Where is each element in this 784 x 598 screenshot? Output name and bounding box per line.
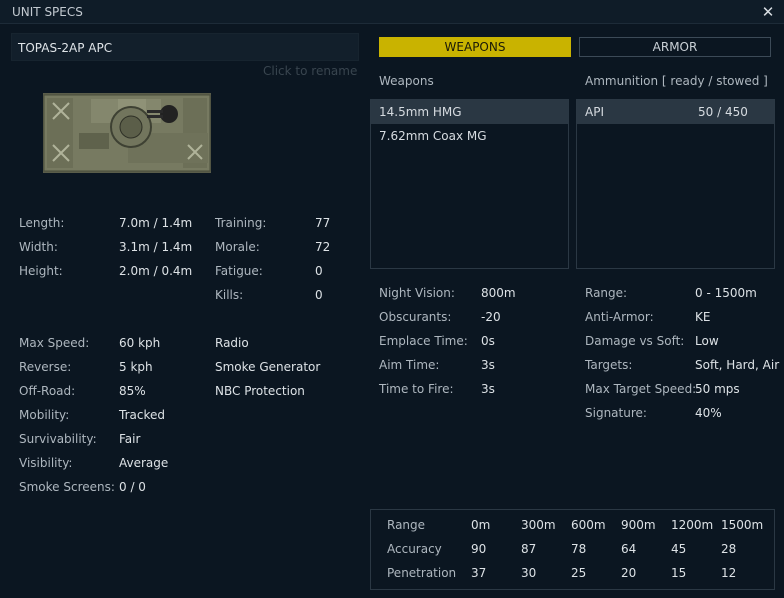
stat-label: Survivability: <box>19 432 97 446</box>
stat-label: Width: <box>19 240 58 254</box>
stat-value: -20 <box>481 310 501 324</box>
weapons-header: Weapons <box>379 74 434 88</box>
stat-value: 3s <box>481 382 495 396</box>
stat-label: Smoke Screens: <box>19 480 115 494</box>
range-cell: 0m <box>471 518 491 532</box>
accuracy-row-label: Accuracy <box>387 542 442 556</box>
stat-label: Targets: <box>585 358 633 372</box>
stat-value: KE <box>695 310 711 324</box>
weapon-name: 14.5mm HMG <box>379 105 462 119</box>
range-row-label: Range <box>387 518 426 532</box>
unit-image <box>43 93 211 173</box>
penetration-row-label: Penetration <box>387 566 457 580</box>
stat-label: Kills: <box>215 288 244 302</box>
stat-label: Max Target Speed: <box>585 382 697 396</box>
stat-value: 72 <box>315 240 331 254</box>
penetration-cell: 30 <box>521 566 537 580</box>
stat-value: 3.1m / 1.4m <box>119 240 193 254</box>
stat-value: 0s <box>481 334 495 348</box>
stat-value: Low <box>695 334 719 348</box>
stat-label: Time to Fire: <box>379 382 454 396</box>
penetration-cell: 37 <box>471 566 487 580</box>
title-bar: UNIT SPECS ✕ <box>0 0 784 24</box>
weapon-name: 7.62mm Coax MG <box>379 129 487 143</box>
stat-label: Range: <box>585 286 628 300</box>
range-cell: 600m <box>571 518 606 532</box>
stat-label: Off-Road: <box>19 384 76 398</box>
stat-label: Signature: <box>585 406 647 420</box>
ammo-item-api[interactable]: API 50 / 450 <box>577 100 774 124</box>
range-cell: 1500m <box>721 518 764 532</box>
ammo-header: Ammunition [ ready / stowed ] <box>585 74 768 88</box>
ammo-list[interactable]: API 50 / 450 <box>576 99 775 269</box>
tab-armor[interactable]: ARMOR <box>579 37 771 57</box>
equipment-item: Radio <box>215 336 249 350</box>
accuracy-cell: 87 <box>521 542 537 556</box>
accuracy-cell: 64 <box>621 542 637 556</box>
accuracy-cell: 78 <box>571 542 587 556</box>
stat-value: 800m <box>481 286 516 300</box>
penetration-cell: 12 <box>721 566 737 580</box>
weapons-list[interactable]: 14.5mm HMG 7.62mm Coax MG <box>370 99 569 269</box>
range-table: Range 0m 300m 600m 900m 1200m 1500m Accu… <box>370 509 775 590</box>
close-icon: ✕ <box>761 3 775 21</box>
stat-label: Training: <box>215 216 267 230</box>
ammo-count: 50 / 450 <box>698 105 748 119</box>
accuracy-cell: 90 <box>471 542 487 556</box>
stat-label: Length: <box>19 216 65 230</box>
stat-label: Obscurants: <box>379 310 452 324</box>
range-cell: 900m <box>621 518 656 532</box>
stat-label: Mobility: <box>19 408 70 422</box>
stat-value: 5 kph <box>119 360 153 374</box>
close-button[interactable]: ✕ <box>758 2 778 22</box>
stat-label: Height: <box>19 264 63 278</box>
stat-label: Reverse: <box>19 360 72 374</box>
stat-value: 40% <box>695 406 722 420</box>
stat-value: Tracked <box>119 408 165 422</box>
stat-value: Soft, Hard, Air <box>695 358 780 372</box>
stat-value: 50 mps <box>695 382 740 396</box>
equipment-item: NBC Protection <box>215 384 305 398</box>
tab-weapons[interactable]: WEAPONS <box>379 37 571 57</box>
range-cell: 300m <box>521 518 556 532</box>
stat-label: Aim Time: <box>379 358 440 372</box>
stat-value: 7.0m / 1.4m <box>119 216 193 230</box>
stat-label: Night Vision: <box>379 286 455 300</box>
weapon-item-coax[interactable]: 7.62mm Coax MG <box>371 124 568 148</box>
stat-value: Average <box>119 456 169 470</box>
weapon-item-hmg[interactable]: 14.5mm HMG <box>371 100 568 124</box>
accuracy-cell: 28 <box>721 542 737 556</box>
stat-label: Max Speed: <box>19 336 90 350</box>
range-cell: 1200m <box>671 518 714 532</box>
stat-value: 60 kph <box>119 336 161 350</box>
stat-value: 0 <box>315 264 323 278</box>
stat-label: Visibility: <box>19 456 73 470</box>
stat-value: 0 <box>315 288 323 302</box>
stat-value: 0 - 1500m <box>695 286 757 300</box>
equipment-item: Smoke Generator <box>215 360 321 374</box>
stat-label: Anti-Armor: <box>585 310 654 324</box>
penetration-cell: 15 <box>671 566 687 580</box>
stat-label: Morale: <box>215 240 260 254</box>
stat-value: 77 <box>315 216 331 230</box>
penetration-cell: 25 <box>571 566 587 580</box>
accuracy-cell: 45 <box>671 542 687 556</box>
unit-name: TOPAS-2AP APC <box>18 41 113 55</box>
stat-value: 85% <box>119 384 146 398</box>
stat-label: Damage vs Soft: <box>585 334 685 348</box>
stat-value: Fair <box>119 432 141 446</box>
ammo-name: API <box>585 105 604 119</box>
window-title: UNIT SPECS <box>12 5 83 19</box>
stat-value: 3s <box>481 358 495 372</box>
stat-value: 0 / 0 <box>119 480 146 494</box>
rename-hint: Click to rename <box>263 64 358 78</box>
unit-name-field[interactable]: TOPAS-2AP APC <box>11 33 359 61</box>
stat-label: Fatigue: <box>215 264 263 278</box>
stat-value: 2.0m / 0.4m <box>119 264 193 278</box>
stat-label: Emplace Time: <box>379 334 468 348</box>
penetration-cell: 20 <box>621 566 637 580</box>
